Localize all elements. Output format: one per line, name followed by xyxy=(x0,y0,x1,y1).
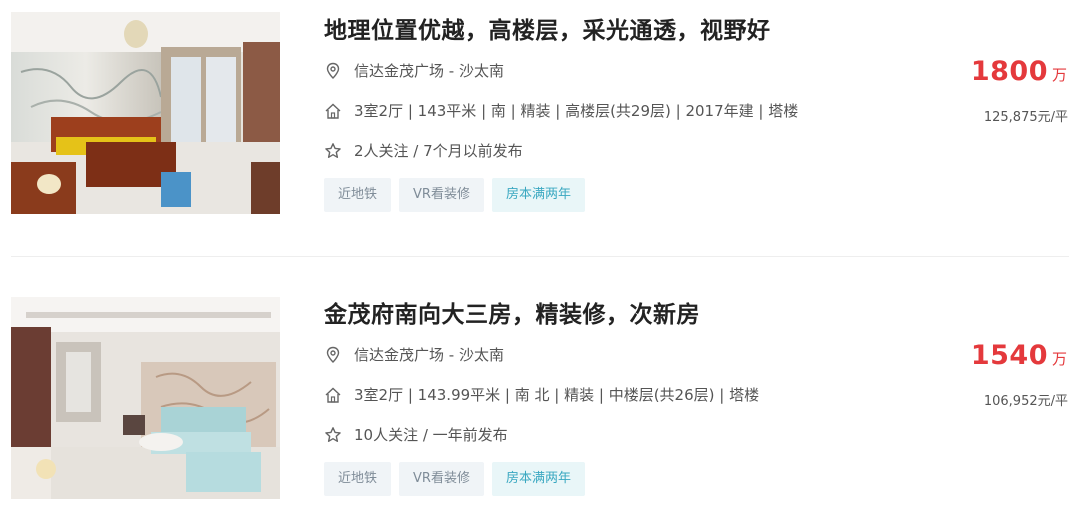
location-pin-icon xyxy=(324,346,342,364)
location-link[interactable]: 信达金茂广场 - 沙太南 xyxy=(354,344,504,365)
price-value: 1800 xyxy=(970,56,1048,87)
location-row: 信达金茂广场 - 沙太南 xyxy=(324,344,504,365)
total-price: 1540 万 xyxy=(971,340,1067,371)
listing-title[interactable]: 金茂府南向大三房，精装修，次新房 xyxy=(324,295,700,329)
location-row: 信达金茂广场 - 沙太南 xyxy=(324,60,504,81)
divider xyxy=(11,256,1069,257)
house-info-row: 3室2厅 | 143平米 | 南 | 精装 | 高楼层(共29层) | 2017… xyxy=(324,100,798,121)
star-icon[interactable] xyxy=(324,426,342,444)
unit-price: 125,875元/平 xyxy=(983,110,1068,125)
unit-price: 106,952元/平 xyxy=(983,394,1068,409)
tag-two-years: 房本满两年 xyxy=(491,462,585,496)
listing-photo[interactable] xyxy=(11,12,280,214)
location-link[interactable]: 信达金茂广场 - 沙太南 xyxy=(354,60,504,81)
tag-vr: VR看装修 xyxy=(399,178,484,212)
tag-two-years: 房本满两年 xyxy=(491,178,585,212)
listing-photo[interactable] xyxy=(11,297,280,499)
tag-subway: 近地铁 xyxy=(324,178,392,212)
follow-text: 10人关注 / 一年前发布 xyxy=(354,426,508,444)
listing-title[interactable]: 地理位置优越，高楼层，采光通透，视野好 xyxy=(324,11,771,45)
follow-row: 10人关注 / 一年前发布 xyxy=(324,424,508,445)
tag-vr: VR看装修 xyxy=(399,462,484,496)
house-info-row: 3室2厅 | 143.99平米 | 南 北 | 精装 | 中楼层(共26层) |… xyxy=(324,384,759,405)
house-info-text: 3室2厅 | 143.99平米 | 南 北 | 精装 | 中楼层(共26层) |… xyxy=(354,386,760,404)
location-pin-icon xyxy=(324,62,342,80)
house-icon xyxy=(324,386,342,404)
follow-text: 2人关注 / 7个月以前发布 xyxy=(354,142,523,160)
total-price: 1800 万 xyxy=(971,56,1067,87)
tag-list: 近地铁 VR看装修 房本满两年 xyxy=(324,462,593,496)
house-info-text: 3室2厅 | 143平米 | 南 | 精装 | 高楼层(共29层) | 2017… xyxy=(354,102,799,120)
star-icon[interactable] xyxy=(324,142,342,160)
follow-row: 2人关注 / 7个月以前发布 xyxy=(324,140,523,161)
house-icon xyxy=(324,102,342,120)
price-value: 1540 xyxy=(970,340,1048,371)
price-unit: 万 xyxy=(1051,66,1067,84)
tag-subway: 近地铁 xyxy=(324,462,392,496)
price-unit: 万 xyxy=(1051,350,1067,368)
tag-list: 近地铁 VR看装修 房本满两年 xyxy=(324,178,593,212)
